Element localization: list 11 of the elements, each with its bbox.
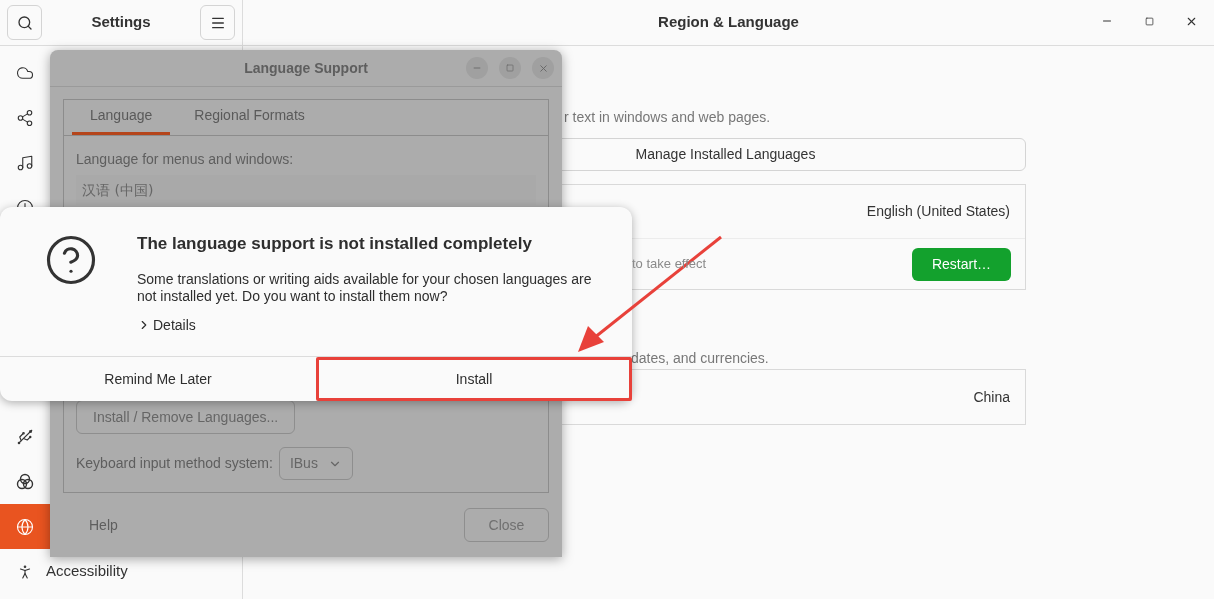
sidebar-title: Settings xyxy=(91,12,151,33)
field-label: Language for menus and windows: xyxy=(76,150,295,169)
hint-text: dates, and currencies. xyxy=(630,349,770,368)
hint-text: r text in windows and web pages. xyxy=(563,108,772,127)
dialog-message: Some translations or writing aids available for your chosen languages are not installed yet. Do you want to install them now? xyxy=(137,270,593,305)
page-title: Region & Language xyxy=(658,12,799,33)
field-label: Keyboard input method system: xyxy=(76,454,273,473)
formats-value: China xyxy=(973,387,1010,407)
window-title: Language Support xyxy=(244,58,368,78)
dialog-title: The language support is not installed completely xyxy=(137,233,533,255)
language-value: English (United States) xyxy=(866,202,1010,221)
